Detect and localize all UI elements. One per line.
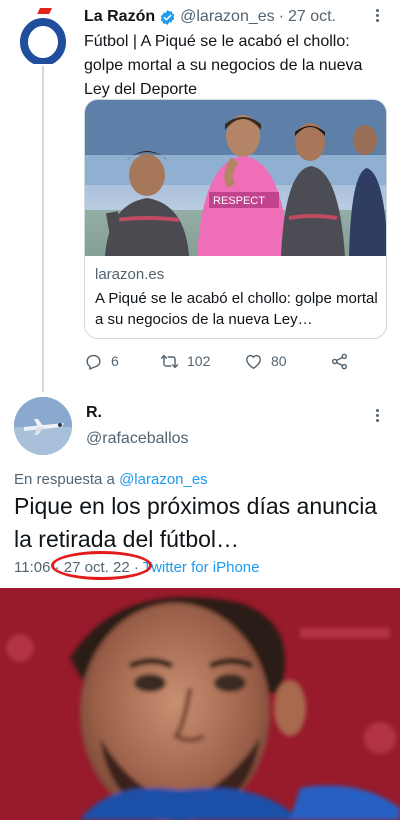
bib-text: RESPECT (213, 195, 265, 207)
retweet-icon (160, 354, 179, 368)
tweet-date[interactable]: 27 oct. (288, 8, 336, 26)
card-title: A Piqué se le acabó el chollo: golpe mor… (95, 290, 378, 328)
reply-to-link[interactable]: @larazon_es (119, 471, 208, 488)
thread-connector-line (42, 66, 44, 392)
reply-button[interactable]: 6 (84, 352, 160, 371)
author-name[interactable]: La Razón (84, 8, 155, 26)
tweet-header: La Razón @larazon_es · 27 oct. (84, 6, 384, 28)
reply-count: 6 (111, 353, 119, 369)
reply-icon (86, 354, 101, 370)
tweet-time[interactable]: 11:06 (14, 559, 50, 576)
author-name[interactable]: R. (86, 404, 102, 422)
tweet-actions: 6 102 80 (84, 350, 384, 372)
la-razon-logo[interactable] (20, 8, 66, 66)
card-domain: larazon.es (95, 266, 165, 283)
reply-context: En respuesta a @larazon_es (14, 471, 208, 488)
more-icon[interactable] (370, 6, 384, 24)
avatar[interactable] (14, 397, 72, 455)
verified-badge-icon (160, 9, 175, 25)
tweet-la-razon[interactable]: La Razón @larazon_es · 27 oct. Fútbol | … (0, 0, 400, 392)
like-icon (246, 354, 261, 369)
reaction-photo (0, 588, 400, 820)
article-photo: RESPECT (85, 100, 386, 256)
more-icon[interactable] (370, 406, 384, 424)
reply-prefix: En respuesta a (14, 471, 115, 488)
author-handle[interactable]: @larazon_es (180, 8, 275, 26)
retweet-button[interactable]: 102 (160, 352, 244, 371)
highlight-circle (51, 551, 152, 580)
link-card[interactable]: RESPECT larazon.es A Piqué se le acabó e… (84, 99, 387, 339)
tweet-rafaceballos[interactable]: R. @rafaceballos En respuesta a @larazon… (0, 392, 400, 588)
share-button[interactable] (330, 352, 349, 371)
tweet-text: Fútbol | A Piqué se le acabó el chollo: … (84, 33, 363, 98)
like-count: 80 (271, 353, 287, 369)
author-handle[interactable]: @rafaceballos (86, 430, 189, 448)
tweet-text: Pique en los próximos días anuncia la re… (14, 493, 378, 552)
like-button[interactable]: 80 (244, 352, 330, 371)
separator-dot: · (278, 8, 284, 25)
retweet-count: 102 (187, 353, 211, 369)
tweet-source[interactable]: Twitter for iPhone (143, 559, 260, 576)
share-icon (331, 353, 348, 369)
